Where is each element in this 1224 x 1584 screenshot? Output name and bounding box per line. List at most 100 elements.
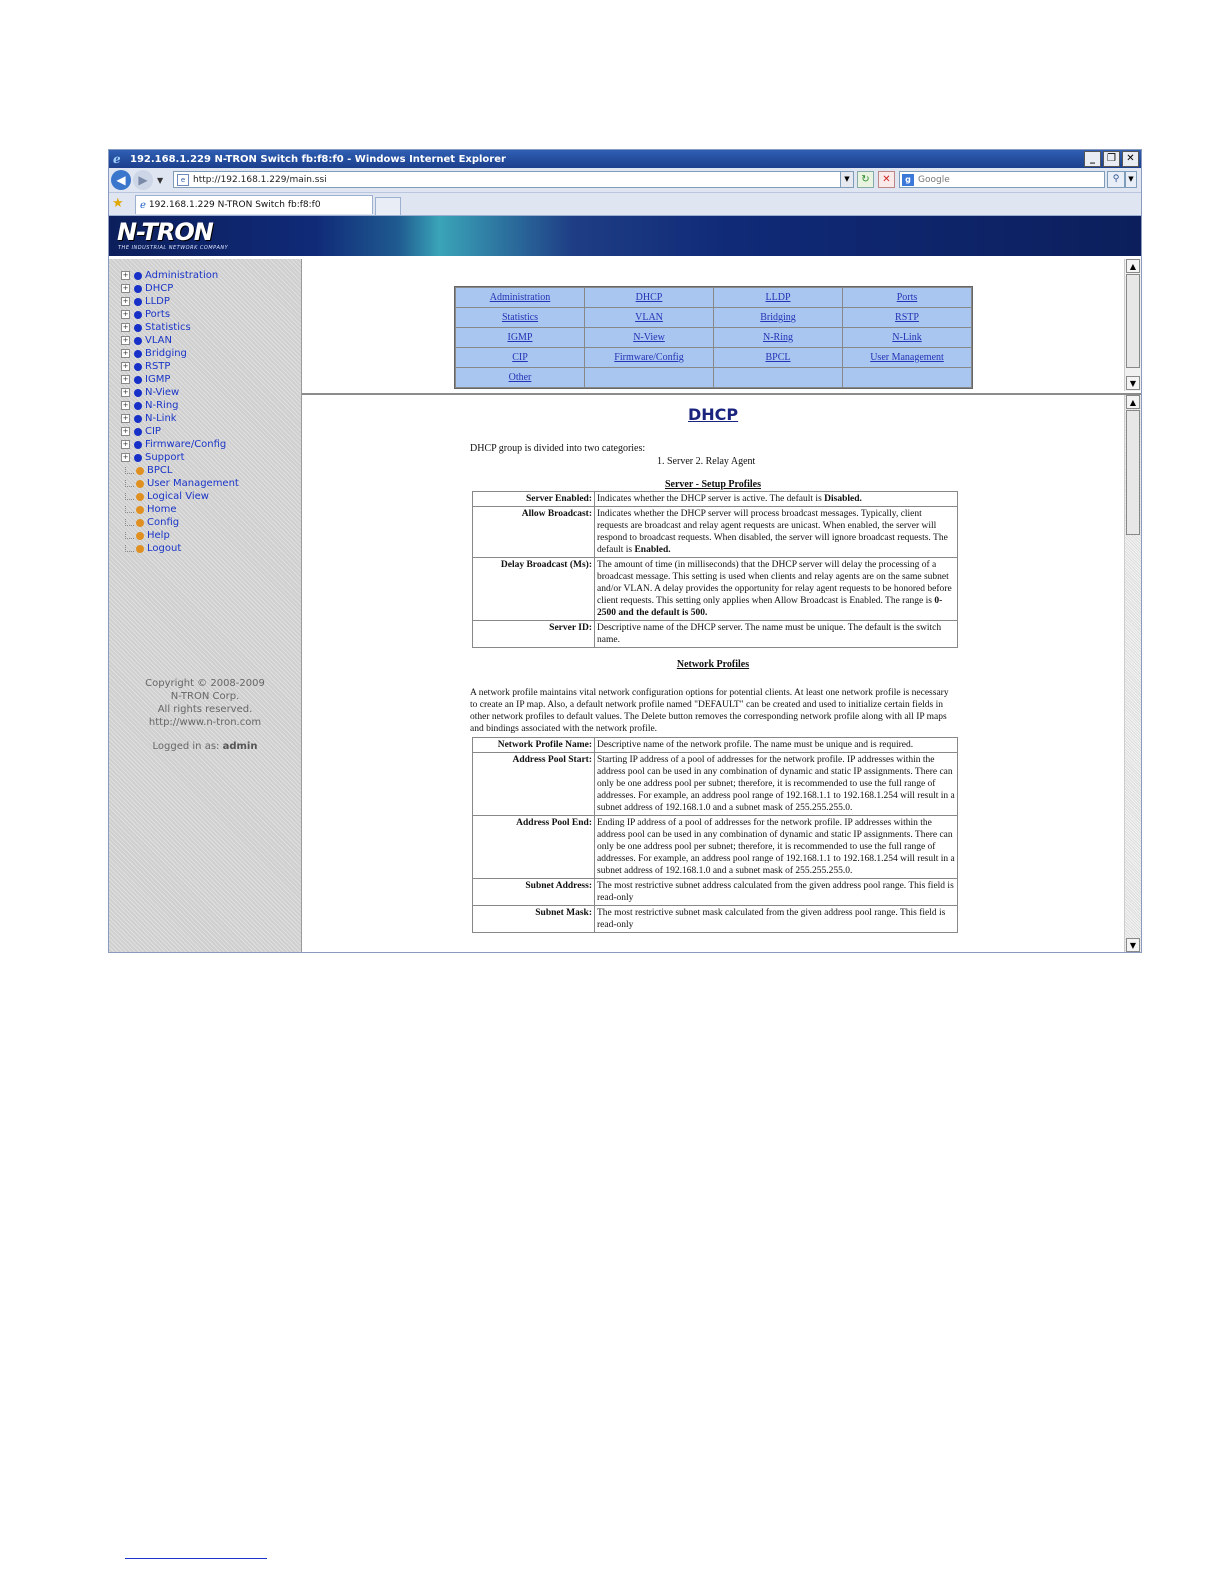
sidebar-item-config[interactable]: Config <box>121 516 239 529</box>
sidebar-item-label: Home <box>147 504 177 515</box>
nav-cell: Administration <box>456 288 584 307</box>
sidebar-item-user-management[interactable]: User Management <box>121 477 239 490</box>
sidebar-item-label: Support <box>145 452 185 463</box>
sidebar-item-label: VLAN <box>145 335 172 346</box>
nav-link-cip[interactable]: CIP <box>512 352 528 363</box>
expand-icon[interactable]: + <box>121 388 130 397</box>
sidebar-item-support[interactable]: + Support <box>121 451 239 464</box>
content-scroll-down-icon[interactable]: ▼ <box>1126 938 1140 952</box>
expand-icon[interactable]: + <box>121 271 130 280</box>
nav-cell: N-Link <box>843 328 971 347</box>
expand-icon[interactable]: + <box>121 427 130 436</box>
copyright-url[interactable]: http://www.n-tron.com <box>109 716 301 729</box>
nav-link-vlan[interactable]: VLAN <box>635 312 663 323</box>
setting-name: Subnet Address: <box>472 878 595 906</box>
nav-link-other[interactable]: Other <box>509 372 532 383</box>
expand-icon[interactable]: + <box>121 453 130 462</box>
address-input[interactable]: e http://192.168.1.229/main.ssi <box>173 171 851 188</box>
search-input[interactable]: g Google <box>899 171 1105 188</box>
expand-icon[interactable]: + <box>121 297 130 306</box>
sidebar-item-ports[interactable]: + Ports <box>121 308 239 321</box>
sidebar-item-n-link[interactable]: + N-Link <box>121 412 239 425</box>
nav-link-n-ring[interactable]: N-Ring <box>763 332 793 343</box>
sidebar-item-igmp[interactable]: + IGMP <box>121 373 239 386</box>
setting-name: Address Pool End: <box>472 815 595 879</box>
nav-cell: RSTP <box>843 308 971 327</box>
sidebar-item-logical-view[interactable]: Logical View <box>121 490 239 503</box>
expand-icon[interactable]: + <box>121 284 130 293</box>
description-text: Descriptive name of the DHCP server. The… <box>597 623 942 645</box>
minimize-button[interactable]: _ <box>1084 151 1101 167</box>
sidebar-item-dhcp[interactable]: + DHCP <box>121 282 239 295</box>
sidebar-item-bpcl[interactable]: BPCL <box>121 464 239 477</box>
page-title: DHCP <box>688 405 739 424</box>
setting-name: Network Profile Name: <box>472 737 595 753</box>
expand-icon[interactable]: + <box>121 362 130 371</box>
nav-link-administration[interactable]: Administration <box>490 292 551 303</box>
expand-icon[interactable]: + <box>121 323 130 332</box>
expand-icon[interactable]: + <box>121 375 130 384</box>
sidebar-item-vlan[interactable]: + VLAN <box>121 334 239 347</box>
sidebar-item-statistics[interactable]: + Statistics <box>121 321 239 334</box>
nav-link-bpcl[interactable]: BPCL <box>765 352 790 363</box>
header-banner: N-TRON THE INDUSTRIAL NETWORK COMPANY <box>109 216 1141 256</box>
nav-link-user-management[interactable]: User Management <box>870 352 944 363</box>
bullet-icon <box>134 388 142 397</box>
expand-icon[interactable]: + <box>121 440 130 449</box>
stop-button[interactable]: ✕ <box>878 171 895 188</box>
search-options-dropdown[interactable]: ▼ <box>1125 171 1137 188</box>
sidebar-item-administration[interactable]: + Administration <box>121 269 239 282</box>
sidebar-item-n-view[interactable]: + N-View <box>121 386 239 399</box>
favorites-star-icon[interactable]: ★ <box>112 196 124 211</box>
refresh-button[interactable]: ↻ <box>857 171 874 188</box>
search-button[interactable]: ⚲ <box>1107 171 1125 188</box>
table-row: Server ID: Descriptive name of the DHCP s… <box>472 620 958 648</box>
sidebar-item-help[interactable]: Help <box>121 529 239 542</box>
close-button[interactable]: ✕ <box>1122 151 1139 167</box>
nav-link-firmware-config[interactable]: Firmware/Config <box>614 352 683 363</box>
sidebar-item-rstp[interactable]: + RSTP <box>121 360 239 373</box>
nav-link-dhcp[interactable]: DHCP <box>636 292 663 303</box>
sidebar-item-lldp[interactable]: + LLDP <box>121 295 239 308</box>
nav-link-lldp[interactable]: LLDP <box>766 292 791 303</box>
back-button[interactable]: ◀ <box>111 170 131 190</box>
nav-link-statistics[interactable]: Statistics <box>502 312 538 323</box>
setting-description: Descriptive name of the network profile.… <box>594 737 958 753</box>
forward-button[interactable]: ▶ <box>133 170 153 190</box>
content-scrollbar[interactable]: ▲ ▼ <box>1124 395 1141 952</box>
address-dropdown-button[interactable]: ▼ <box>840 171 854 188</box>
scroll-thumb[interactable] <box>1126 274 1140 368</box>
scroll-up-arrow-icon[interactable]: ▲ <box>1126 259 1140 273</box>
restore-button[interactable]: ❐ <box>1103 151 1120 167</box>
new-tab-button[interactable] <box>375 197 401 215</box>
nav-link-n-view[interactable]: N-View <box>633 332 665 343</box>
sidebar-item-home[interactable]: Home <box>121 503 239 516</box>
setting-description: Indicates whether the DHCP server will p… <box>594 506 958 558</box>
tab-active[interactable]: ℯ 192.168.1.229 N-TRON Switch fb:f8:f0 <box>135 195 373 214</box>
nav-link-rstp[interactable]: RSTP <box>895 312 919 323</box>
expand-icon[interactable]: + <box>121 336 130 345</box>
content-scroll-up-icon[interactable]: ▲ <box>1126 395 1140 409</box>
expand-icon[interactable]: + <box>121 349 130 358</box>
nav-link-n-link[interactable]: N-Link <box>892 332 921 343</box>
scroll-down-arrow-icon[interactable]: ▼ <box>1126 376 1140 390</box>
sidebar-item-n-ring[interactable]: + N-Ring <box>121 399 239 412</box>
nav-link-bridging[interactable]: Bridging <box>760 312 796 323</box>
expand-icon[interactable]: + <box>121 414 130 423</box>
sidebar-item-bridging[interactable]: + Bridging <box>121 347 239 360</box>
nav-link-table: Administration DHCP LLDP Ports Statistics VLA… <box>454 286 973 389</box>
tree-line-icon <box>125 506 134 513</box>
copyright-line: Copyright © 2008-2009 <box>145 678 265 689</box>
sidebar-item-cip[interactable]: + CIP <box>121 425 239 438</box>
nav-link-igmp[interactable]: IGMP <box>507 332 532 343</box>
nav-frame-scrollbar[interactable]: ▲ ▼ <box>1124 259 1141 391</box>
tree-line-icon <box>125 480 134 487</box>
history-dropdown-icon[interactable]: ▼ <box>157 176 163 185</box>
nav-row: CIP Firmware/Config BPCL User Management <box>456 348 971 367</box>
expand-icon[interactable]: + <box>121 310 130 319</box>
content-scroll-thumb[interactable] <box>1126 410 1140 535</box>
sidebar-item-logout[interactable]: Logout <box>121 542 239 555</box>
sidebar-item-firmware-config[interactable]: + Firmware/Config <box>121 438 239 451</box>
expand-icon[interactable]: + <box>121 401 130 410</box>
nav-link-ports[interactable]: Ports <box>897 292 918 303</box>
